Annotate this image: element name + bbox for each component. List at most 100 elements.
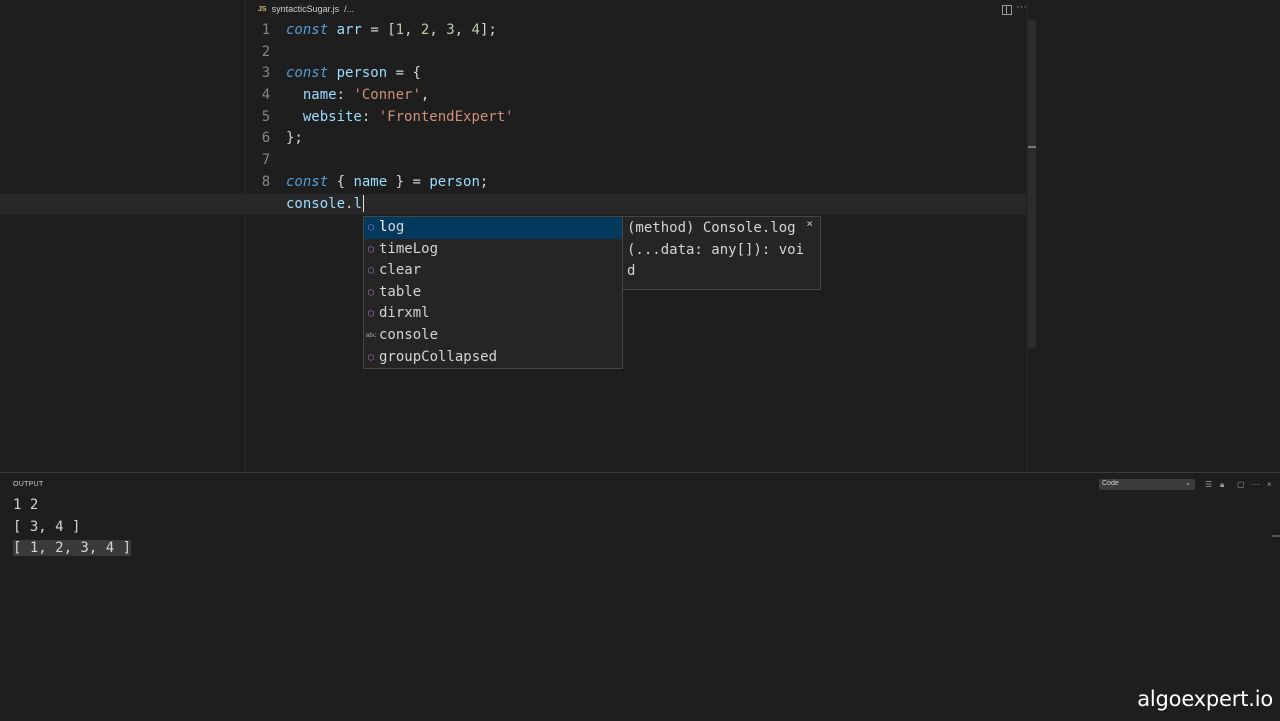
tab-filename: syntacticSugar.js <box>271 4 340 14</box>
channel-label: Code <box>1102 480 1119 487</box>
code-line[interactable]: const { name } = person; <box>286 172 1026 194</box>
line-number: 2 <box>261 43 271 60</box>
suggestion-item[interactable]: ⬡ dirxml <box>364 303 622 325</box>
maximize-panel-icon[interactable]: ▢ <box>1237 480 1245 489</box>
line-number: 5 <box>261 108 271 125</box>
method-kind-icon: ⬡ <box>367 223 375 232</box>
code-token: name <box>353 173 388 190</box>
code-token: l <box>353 195 362 212</box>
code-line[interactable]: name: 'Conner', <box>286 85 1026 107</box>
code-token: { <box>328 173 354 190</box>
code-token: = <box>387 65 413 82</box>
code-token: , <box>420 87 430 104</box>
output-line: [ 3, 4 ] <box>13 518 81 535</box>
suggestion-label: groupCollapsed <box>379 348 498 365</box>
output-channel-select[interactable]: Code ⌄ <box>1099 479 1195 490</box>
split-editor-icon[interactable] <box>1002 5 1012 15</box>
suggestion-item[interactable]: abc console <box>364 325 622 347</box>
close-panel-icon[interactable]: × <box>1267 480 1272 489</box>
code-line[interactable] <box>286 42 1026 64</box>
suggestion-label: log <box>379 219 405 235</box>
code-token: 3 <box>446 22 455 38</box>
code-token: : <box>336 87 354 104</box>
suggestion-item[interactable]: ⬡ timeLog <box>364 239 622 261</box>
code-token: { <box>412 65 421 82</box>
code-token: const <box>286 22 329 38</box>
suggestion-label: console <box>379 326 439 343</box>
code-line[interactable]: }; <box>286 128 1026 150</box>
panel-title: OUTPUT <box>13 481 44 488</box>
suggestion-item[interactable]: ⬡ clear <box>364 260 622 282</box>
line-number: 7 <box>261 152 271 169</box>
code-text[interactable]: const arr = [1, 2, 3, 4]; const person = … <box>0 20 1026 216</box>
panel-scrollbar-marker <box>1272 535 1280 537</box>
editor-scrollbar[interactable] <box>1028 20 1036 348</box>
code-token: const <box>286 65 329 82</box>
code-token: , <box>429 22 447 38</box>
code-token: 'Conner' <box>353 87 421 104</box>
output-panel: OUTPUT Code ⌄ ☰ 🔒︎ ▢ ··· × 1 2 [ 3, 4 ] [ … <box>0 472 1280 721</box>
suggest-widget: ⬡ log ⬡ timeLog ⬡ clear ⬡ table ⬡ dirxml abc consol… <box>363 216 623 369</box>
watermark-logo: algoexpert.io <box>1137 687 1273 711</box>
clear-output-icon[interactable]: ☰ <box>1205 480 1212 489</box>
code-line[interactable] <box>286 150 1026 172</box>
line-number: 8 <box>261 173 271 190</box>
code-token: : <box>361 108 379 125</box>
line-number: 4 <box>261 87 271 104</box>
code-token: 1 <box>395 22 405 38</box>
method-kind-icon: ⬡ <box>367 266 375 276</box>
left-pane <box>0 0 246 472</box>
code-token: = <box>361 22 388 38</box>
code-line[interactable]: console.l <box>0 193 1026 216</box>
suggestion-item[interactable]: ⬡ groupCollapsed <box>364 347 622 369</box>
js-file-icon: JS <box>258 5 267 13</box>
code-line[interactable]: const arr = [1, 2, 3, 4]; <box>286 20 1026 42</box>
output-text: 1 2 [ 3, 4 ] [ 1, 2, 3, 4 ] <box>13 495 132 560</box>
line-number-gutter: 123456789 <box>256 20 276 215</box>
word-kind-icon: abc <box>365 331 377 339</box>
code-token: , <box>404 22 421 38</box>
code-token: arr <box>336 22 362 38</box>
output-line: 1 2 <box>13 497 39 513</box>
suggestion-label: timeLog <box>379 240 439 257</box>
method-kind-icon: ⬡ <box>367 287 375 297</box>
code-token: const <box>286 173 329 190</box>
code-token: console <box>286 195 346 212</box>
tab-path-suffix: /... <box>344 4 355 14</box>
code-token: 'FrontendExpert' <box>378 108 514 125</box>
code-token: 4 <box>471 22 480 38</box>
suggestion-item[interactable]: ⬡ table <box>364 282 622 304</box>
lock-icon[interactable]: 🔒︎ <box>1220 480 1224 490</box>
code-token: ; <box>479 173 489 190</box>
method-kind-icon: ⬡ <box>367 352 375 362</box>
code-token: }; <box>286 130 303 147</box>
panel-more-icon[interactable]: ··· <box>1252 480 1260 489</box>
method-kind-icon: ⬡ <box>367 309 375 319</box>
code-line[interactable]: website: 'FrontendExpert' <box>286 107 1026 129</box>
code-token: , <box>454 22 472 38</box>
suggest-details: (method) Console.log(...data: any[]): vo… <box>622 216 821 290</box>
code-token: name <box>302 87 337 104</box>
details-signature: (method) Console.log(...data: any[]): vo… <box>627 220 805 280</box>
close-icon[interactable]: × <box>806 217 813 230</box>
tab-bar: JS syntacticSugar.js /... <box>246 0 1026 20</box>
suggestion-label: dirxml <box>379 305 430 322</box>
more-actions-icon[interactable]: ··· <box>1016 1 1027 13</box>
scrollbar-marker <box>1028 146 1036 148</box>
line-number: 6 <box>261 130 271 147</box>
tab-syntactic-sugar[interactable]: JS syntacticSugar.js /... <box>258 4 354 14</box>
code-line[interactable]: const person = { <box>286 63 1026 85</box>
code-token: } = <box>387 173 430 190</box>
code-token: person <box>336 65 388 82</box>
line-number: 3 <box>261 65 271 82</box>
output-line: [ 1, 2, 3, 4 ] <box>13 540 132 557</box>
chevron-down-icon: ⌄ <box>1185 480 1191 487</box>
suggestion-label: table <box>379 283 422 300</box>
suggestion-item[interactable]: ⬡ log <box>364 217 622 239</box>
code-token: [ <box>387 22 396 38</box>
code-token: ]; <box>479 22 497 38</box>
